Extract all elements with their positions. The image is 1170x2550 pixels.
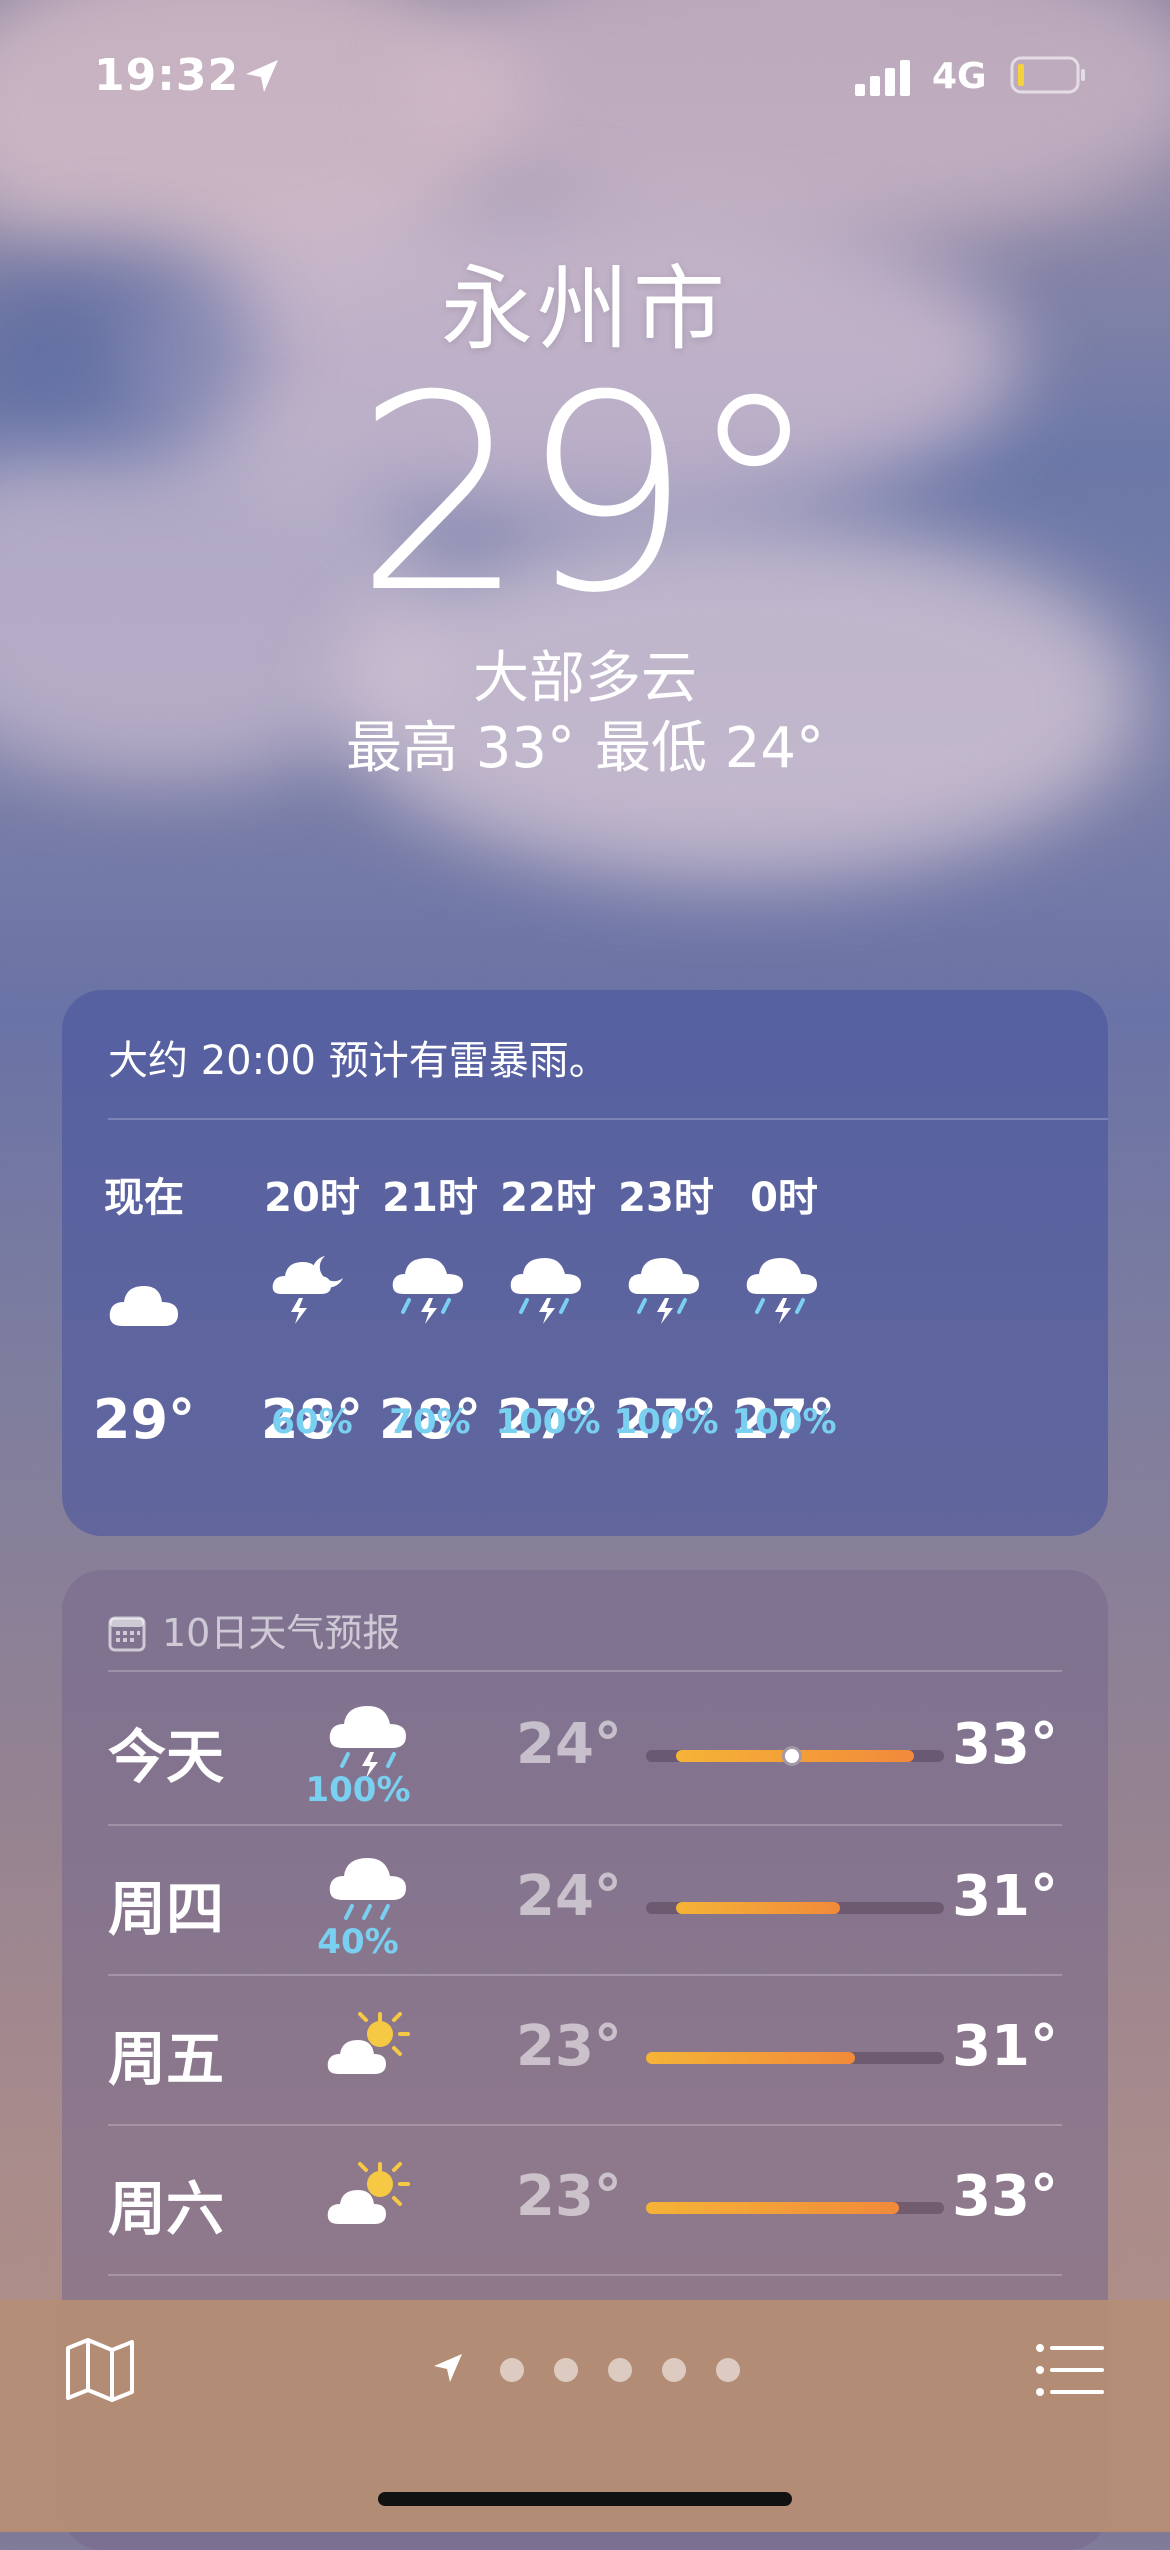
network-type: 4G xyxy=(932,56,987,97)
current-temperature: 29° xyxy=(354,337,822,652)
divider xyxy=(108,2274,1062,2276)
hour-label: 现在 xyxy=(104,1175,184,1221)
page-dot[interactable] xyxy=(500,2358,524,2382)
weather-alert-text: 大约 20:00 预计有雷暴雨。 xyxy=(108,1038,609,1084)
partly-sunny-icon xyxy=(327,2162,410,2224)
cloud-icon xyxy=(109,1286,178,1326)
battery-icon xyxy=(1010,56,1085,94)
low-temp: 24° xyxy=(516,1712,622,1777)
precip-chance: 100% xyxy=(731,1402,837,1442)
forecast-row[interactable]: 周六 23° 33° xyxy=(108,2126,1058,2276)
list-icon[interactable] xyxy=(1030,2330,1110,2410)
high-temp: 33° xyxy=(952,2164,1058,2229)
forecast-day: 周六 xyxy=(108,2175,225,2243)
low-temp: 24° xyxy=(516,1864,622,1929)
forecast-heading: 10日天气预报 xyxy=(108,1602,400,1657)
forecast-row[interactable]: 周五 23° 31° xyxy=(108,1976,1058,2126)
partly-sunny-icon xyxy=(327,2012,410,2074)
current-weather: 永州市 29° 大部多云 最高 33° 最低 24° xyxy=(0,260,1170,784)
high-low: 最高 33° 最低 24° xyxy=(0,714,1170,784)
high-temp: 33° xyxy=(952,1712,1058,1777)
forecast-heading-label: 10日天气预报 xyxy=(162,1611,401,1655)
page-indicator[interactable] xyxy=(430,2344,750,2394)
page-dot[interactable] xyxy=(554,2358,578,2382)
hour-item: 现在 29° xyxy=(62,1170,234,1451)
divider xyxy=(108,1118,1108,1120)
current-temp-marker xyxy=(782,1746,803,1766)
page-dot[interactable] xyxy=(662,2358,686,2382)
temp-range-bar xyxy=(646,2202,944,2214)
forecast-day: 周五 xyxy=(108,2025,225,2093)
location-arrow-icon xyxy=(246,60,278,92)
hour-label: 0时 xyxy=(750,1175,818,1221)
hour-item: 0时 100% 27° xyxy=(694,1170,874,1451)
temp-range-bar xyxy=(646,1902,944,1914)
cellular-signal-icon xyxy=(855,60,910,96)
hour-temp: 29° xyxy=(92,1388,196,1451)
high-temp: 31° xyxy=(952,2014,1058,2079)
low-temp: 23° xyxy=(516,2164,622,2229)
forecast-row[interactable]: 今天 100% 24° 33° xyxy=(108,1674,1058,1824)
hourly-forecast-card[interactable]: 大约 20:00 预计有雷暴雨。 现在 29° 20时 60% 28° 21时 xyxy=(62,990,1108,1536)
temp-range-bar xyxy=(646,1746,944,1766)
precip-chance: 40% xyxy=(317,1922,399,1962)
forecast-day: 周四 xyxy=(108,1875,225,1943)
calendar-icon xyxy=(108,1616,146,1652)
home-indicator[interactable] xyxy=(378,2492,792,2506)
thunderstorm-icon xyxy=(746,1258,817,1324)
condition-text: 大部多云 xyxy=(473,646,697,711)
high-temp: 最高 33° xyxy=(345,716,575,781)
page-dot[interactable] xyxy=(608,2358,632,2382)
precip-chance: 100% xyxy=(305,1770,411,1810)
forecast-row[interactable]: 周四 40% 24° 31° xyxy=(108,1826,1058,1976)
location-arrow-icon xyxy=(434,2354,462,2382)
status-bar: 19:32 4G xyxy=(0,0,1170,150)
low-temp: 23° xyxy=(516,2014,622,2079)
temp-range-bar xyxy=(646,2052,944,2064)
page-dot[interactable] xyxy=(716,2358,740,2382)
forecast-day: 今天 xyxy=(108,1723,225,1791)
high-temp: 31° xyxy=(952,1864,1058,1929)
map-icon[interactable] xyxy=(60,2330,140,2410)
low-temp: 最低 24° xyxy=(595,716,825,781)
divider xyxy=(108,1670,1062,1672)
status-time: 19:32 xyxy=(94,50,240,101)
